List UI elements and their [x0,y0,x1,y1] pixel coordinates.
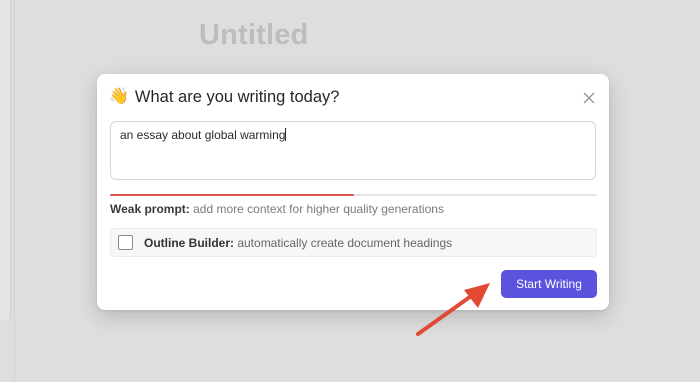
close-icon [583,92,595,104]
prompt-strength-fill [110,194,354,196]
dialog-title: What are you writing today? [134,87,340,106]
text-caret [285,128,287,141]
prompt-input-value: an essay about global warming [120,128,286,142]
prompt-strength-meter [110,194,597,196]
outline-builder-label: Outline Builder: automatically create do… [144,236,452,250]
close-button[interactable] [581,90,597,106]
writing-prompt-dialog: 👋 What are you writing today? an essay a… [97,74,609,310]
outline-builder-option[interactable]: Outline Builder: automatically create do… [110,228,597,257]
waving-hand-icon: 👋 [109,88,129,105]
annotation-arrow-icon [416,283,490,336]
prompt-strength-hint: Weak prompt: add more context for higher… [110,202,444,216]
prompt-strength-message: add more context for higher quality gene… [189,202,444,216]
document-title[interactable]: Untitled [199,19,309,52]
outline-builder-description: automatically create document headings [234,235,453,250]
start-writing-button[interactable]: Start Writing [501,270,597,298]
editor-margin-rule [14,0,15,382]
outline-builder-checkbox[interactable] [118,235,133,250]
sidebar-panel [0,0,11,320]
prompt-input[interactable]: an essay about global warming [110,121,596,180]
dialog-header: 👋 What are you writing today? [109,87,339,107]
prompt-strength-label: Weak prompt: [110,202,190,216]
outline-builder-title: Outline Builder: [144,235,234,250]
